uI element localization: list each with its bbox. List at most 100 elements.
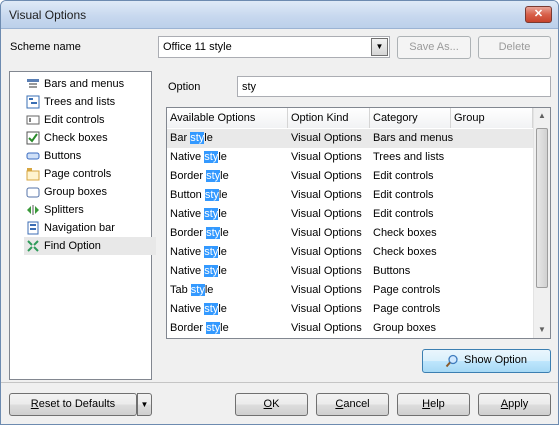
scroll-up-icon[interactable]: ▲	[534, 108, 550, 124]
search-match-highlight: sty	[190, 284, 205, 296]
option-name-pre: Border	[170, 227, 207, 239]
tree-item-group-boxes[interactable]: Group boxes	[24, 183, 156, 201]
table-row[interactable]: Border style Visual Options Edit controls	[167, 167, 533, 186]
button-icon	[26, 149, 40, 163]
option-name-pre: Border	[170, 170, 207, 182]
find-option-icon	[26, 239, 40, 253]
option-name-cell: Border style	[170, 170, 229, 182]
scroll-thumb[interactable]	[536, 128, 548, 288]
scheme-name-label: Scheme name	[10, 41, 81, 53]
tree-item-label: Bars and menus	[44, 78, 125, 90]
checkbox-icon	[26, 131, 40, 145]
tree-item-page-controls[interactable]: Page controls	[24, 165, 156, 183]
tree-item-edit-controls[interactable]: Edit controls	[24, 111, 156, 129]
option-name-pre: Button	[170, 189, 205, 201]
option-name-pre: Native	[170, 208, 205, 220]
table-row[interactable]: Button style Visual Options Edit controls	[167, 186, 533, 205]
tree-item-trees-and-lists[interactable]: Trees and lists	[24, 93, 156, 111]
option-name-cell: Native style	[170, 303, 227, 315]
option-kind-cell: Visual Options	[291, 151, 362, 163]
cancel-button[interactable]: Cancel	[316, 393, 389, 416]
ok-label: K	[272, 398, 280, 410]
delete-button[interactable]: Delete	[478, 36, 551, 59]
ok-button[interactable]: OK	[235, 393, 308, 416]
category-cell: Group boxes	[373, 322, 436, 334]
option-kind-cell: Visual Options	[291, 284, 362, 296]
tree-item-label: Group boxes	[44, 186, 107, 198]
table-row[interactable]: Native style Visual Options Buttons	[167, 262, 533, 281]
option-name-pre: Tab	[170, 284, 191, 296]
show-option-button[interactable]: Show Option	[422, 349, 551, 373]
table-row[interactable]: Tab style Visual Options Page controls	[167, 281, 533, 300]
option-name-cell: Native style	[170, 246, 227, 258]
search-match-highlight: sty	[204, 208, 219, 220]
reset-label: eset to Defaults	[38, 398, 116, 410]
tree-item-navigation-bar[interactable]: Navigation bar	[24, 219, 156, 237]
tree-item-check-boxes[interactable]: Check boxes	[24, 129, 156, 147]
option-kind-cell: Visual Options	[291, 170, 362, 182]
table-row[interactable]: Native style Visual Options Page controls	[167, 300, 533, 319]
table-row[interactable]: Native style Visual Options Check boxes	[167, 243, 533, 262]
chevron-down-icon[interactable]: ▼	[371, 38, 388, 56]
column-header[interactable]: Available Options	[167, 108, 288, 128]
table-row[interactable]: Native style Visual Options Trees and list…	[167, 148, 533, 167]
search-match-highlight: sty	[206, 170, 221, 182]
category-cell: Edit controls	[373, 170, 434, 182]
category-cell: Trees and lists	[373, 151, 445, 163]
search-match-highlight: sty	[204, 303, 219, 315]
search-match-highlight: sty	[206, 322, 221, 334]
table-row[interactable]: Bar style Visual Options Bars and menus	[167, 129, 533, 148]
option-name-post: le	[218, 151, 227, 163]
tree-item-find-option[interactable]: Find Option	[24, 237, 156, 255]
option-name-cell: Native style	[170, 151, 227, 163]
column-header[interactable]: Category	[370, 108, 451, 128]
option-name-pre: Border	[170, 322, 207, 334]
column-header[interactable]: Option Kind	[288, 108, 370, 128]
scheme-name-value: Office 11 style	[163, 41, 232, 53]
category-cell: Page controls	[373, 284, 441, 296]
table-row[interactable]: Native style Visual Options Edit controls	[167, 205, 533, 224]
help-accel: H	[422, 398, 431, 410]
help-button[interactable]: Help	[397, 393, 470, 416]
window-title: Visual Options	[9, 8, 87, 22]
tree-item-bars-and-menus[interactable]: Bars and menus	[24, 75, 156, 93]
category-cell: Buttons	[373, 265, 411, 277]
option-search-input[interactable]: sty	[237, 76, 551, 97]
scheme-name-select[interactable]: Office 11 style ▼	[158, 36, 390, 58]
option-name-pre: Native	[170, 246, 205, 258]
splitter-icon	[26, 203, 40, 217]
save-as-button[interactable]: Save As...	[397, 36, 471, 59]
footer-divider	[1, 382, 558, 383]
option-kind-cell: Visual Options	[291, 227, 362, 239]
group-box-icon	[26, 185, 40, 199]
category-cell: Page controls	[373, 303, 441, 315]
edit-control-icon	[26, 113, 40, 127]
option-name-post: le	[218, 208, 227, 220]
tree-item-label: Splitters	[44, 204, 84, 216]
table-row[interactable]: Border style Visual Options Check boxes	[167, 224, 533, 243]
magnifier-icon	[445, 354, 459, 368]
grid-body: Bar style Visual Options Bars and menus Nat…	[167, 129, 533, 338]
tree-item-buttons[interactable]: Buttons	[24, 147, 156, 165]
apply-button[interactable]: Apply	[478, 393, 551, 416]
vertical-scrollbar[interactable]: ▲ ▼	[533, 108, 550, 338]
option-kind-cell: Visual Options	[291, 265, 362, 277]
show-option-label: Show Option	[464, 354, 527, 366]
search-match-highlight: sty	[204, 151, 219, 163]
page-control-icon	[26, 167, 40, 181]
table-row[interactable]: Border style Visual Options Group boxes	[167, 319, 533, 338]
reset-dropdown-button[interactable]: ▼	[137, 393, 152, 416]
reset-to-defaults-button[interactable]: Reset to Defaults	[9, 393, 137, 416]
tree-item-label: Edit controls	[44, 114, 105, 126]
tree-item-splitters[interactable]: Splitters	[24, 201, 156, 219]
option-name-pre: Native	[170, 303, 205, 315]
close-button[interactable]: ✕	[525, 6, 552, 23]
option-name-cell: Button style	[170, 189, 227, 201]
category-cell: Edit controls	[373, 208, 434, 220]
option-name-cell: Native style	[170, 208, 227, 220]
option-kind-cell: Visual Options	[291, 303, 362, 315]
scroll-down-icon[interactable]: ▼	[534, 322, 550, 338]
tree-item-label: Trees and lists	[44, 96, 116, 108]
option-kind-cell: Visual Options	[291, 208, 362, 220]
column-header[interactable]: Group	[451, 108, 533, 128]
